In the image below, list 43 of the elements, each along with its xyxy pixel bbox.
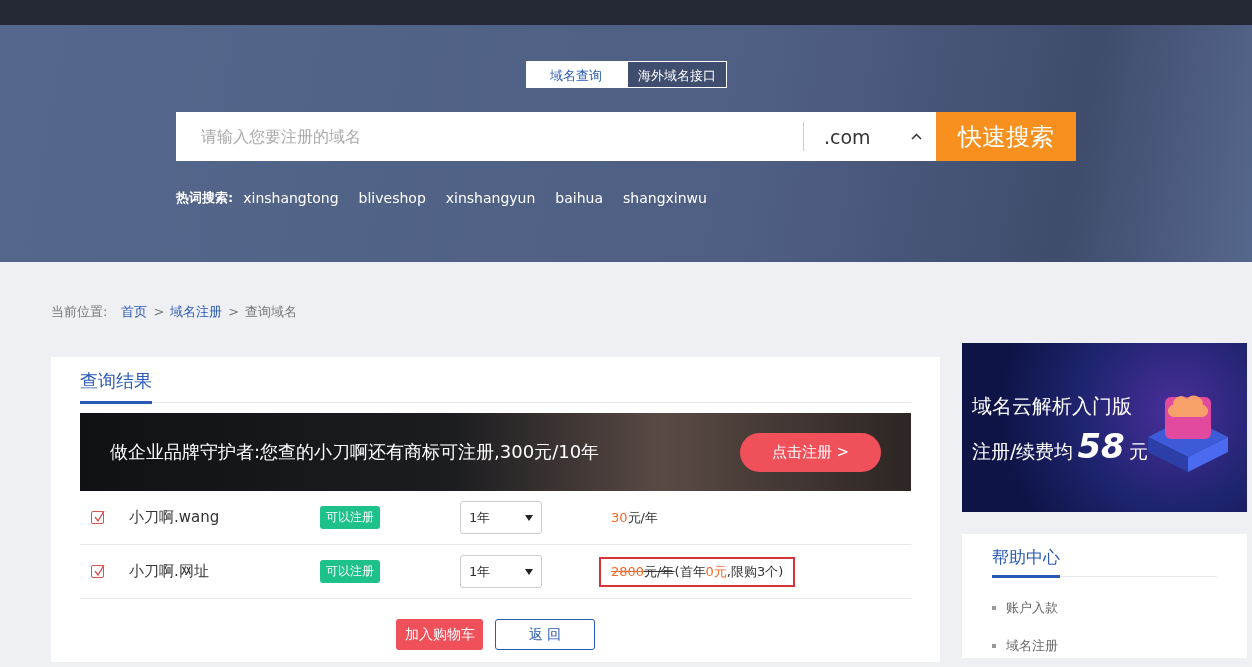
price-text: 30元/年 [610,508,659,527]
price-text: 2800元/年(首年0元,限购3个) [599,556,796,587]
promo-price: 58 [1077,426,1125,466]
chevron-up-icon [910,133,922,140]
hot-word-link[interactable]: bliveshop [358,190,426,206]
bullet-icon [992,606,996,610]
breadcrumb-label: 当前位置: [51,302,108,321]
banner-text: 做企业品牌守护者:您查的小刀啊还有商标可注册,300元/10年 [110,440,600,464]
search-tab[interactable]: 域名查询 [525,61,627,88]
help-link[interactable]: 域名注册 [1006,637,1058,655]
breadcrumb-link[interactable]: 域名注册 [170,302,223,321]
results-title: 查询结果 [80,369,152,404]
promo-unit: 元 [1128,439,1148,464]
hot-word-link[interactable]: xinshangtong [243,190,339,206]
breadcrumb-separator: > [153,304,165,319]
domain-search-field[interactable]: 请输入您要注册的域名 [176,112,803,161]
period-dropdown[interactable]: 1年 [460,501,542,534]
domain-name: 小刀啊.网址 [129,562,210,581]
checkbox[interactable] [91,565,104,578]
checkbox[interactable] [91,511,104,524]
search-tab[interactable]: 海外域名接口 [626,61,727,88]
period-dropdown[interactable]: 1年 [460,555,542,588]
promo-title: 域名云解析入门版 [972,393,1133,420]
hot-word-link[interactable]: xinshangyun [445,190,536,206]
status-tag: 可以注册 [320,506,380,529]
hot-word-link[interactable]: shangxinwu [623,190,707,206]
bullet-icon [992,644,996,648]
back-button[interactable]: 返 回 [495,619,595,650]
help-link[interactable]: 账户入款 [1006,599,1058,617]
breadcrumb-separator: > [228,304,240,319]
hot-words-label: 热词搜索: [176,189,234,207]
status-tag: 可以注册 [320,560,380,583]
breadcrumb-link[interactable]: 首页 [121,302,148,321]
promo-text: 注册/续费均 [972,439,1074,464]
triangle-down-icon [525,514,533,521]
domain-name: 小刀啊.wang [129,508,221,527]
breadcrumb-current: 查询域名 [245,302,298,321]
help-title: 帮助中心 [992,546,1060,578]
register-button[interactable]: 点击注册 > [740,432,881,472]
triangle-down-icon [525,568,533,575]
hot-word-link[interactable]: baihua [555,190,604,206]
add-to-cart-button[interactable]: 加入购物车 [396,619,483,650]
promo-banner[interactable]: 域名云解析入门版 注册/续费均 58 元 [962,343,1247,512]
